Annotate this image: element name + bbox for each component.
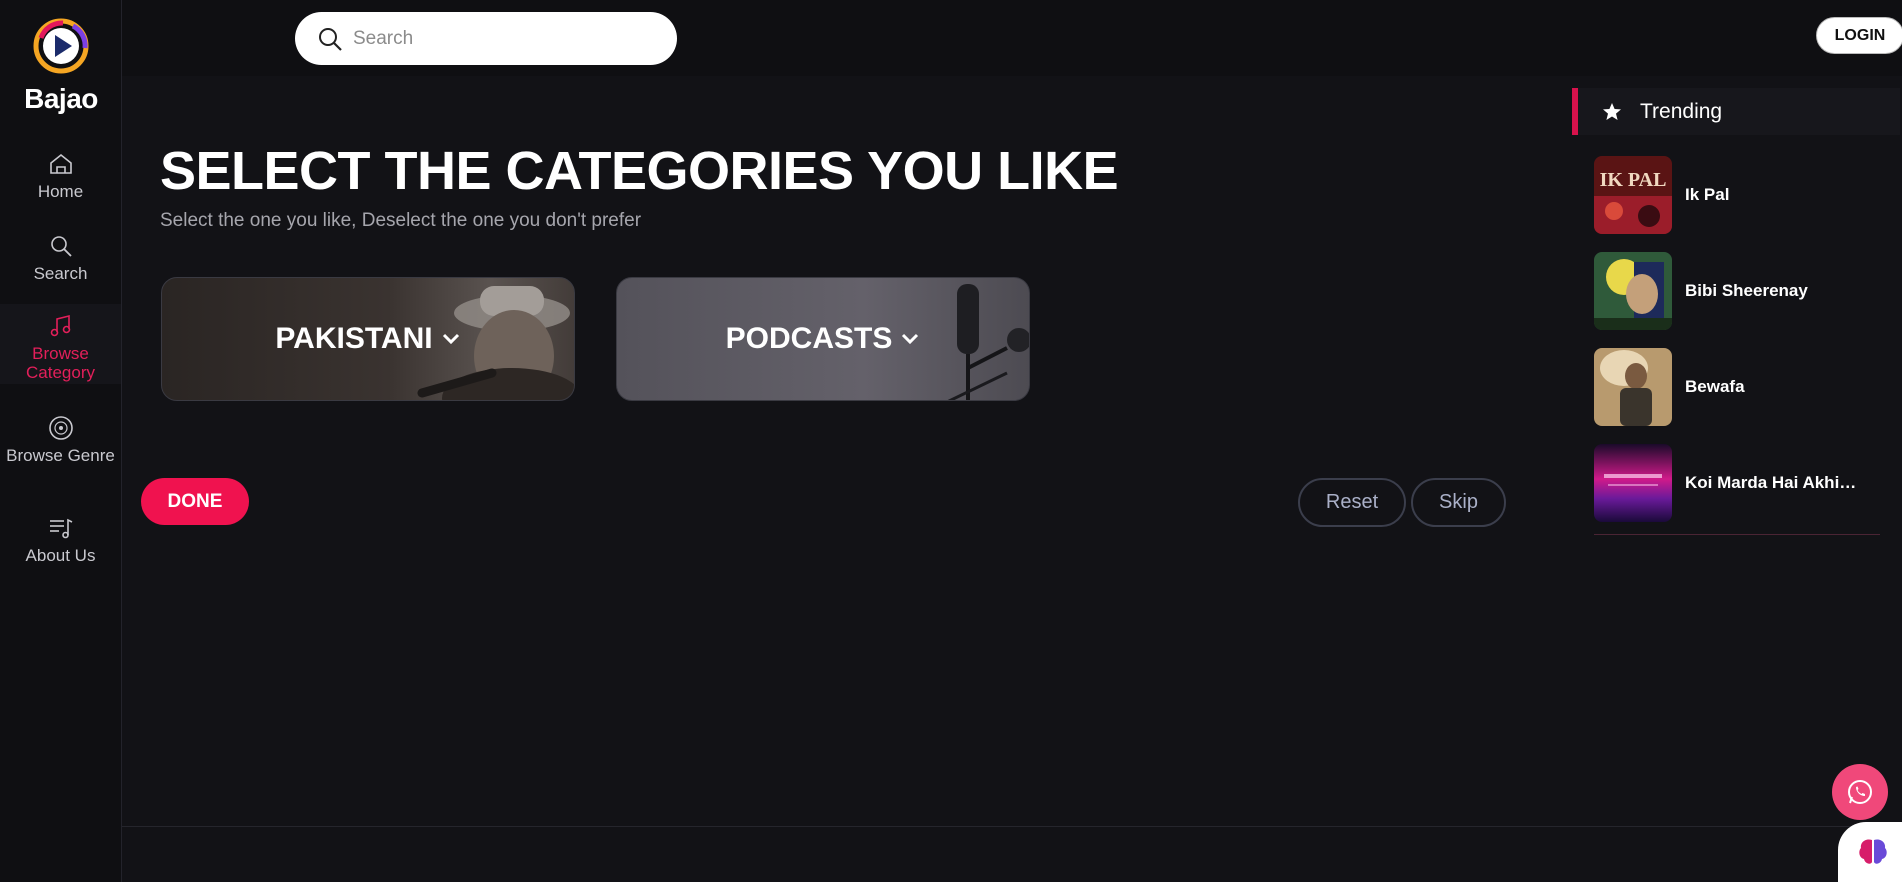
track-title: Bibi Sheerenay	[1685, 281, 1808, 300]
sidebar-item-label: Search	[33, 264, 88, 283]
trending-item[interactable]: Bibi Sheerenay	[1594, 252, 1884, 330]
whatsapp-icon	[1848, 780, 1872, 804]
category-label: PAKISTANI	[275, 322, 460, 356]
app-root: Bajao Home Search Browse Category Browse…	[0, 0, 1902, 882]
sidebar-item-label: Home	[37, 182, 84, 201]
whatsapp-button[interactable]	[1832, 764, 1888, 820]
category-label: PODCASTS	[726, 322, 921, 356]
sidebar-item-home[interactable]: Home	[0, 150, 121, 201]
track-thumbnail: IK PAL	[1594, 156, 1672, 234]
home-icon	[49, 153, 72, 174]
sidebar-item-label: Browse Genre	[6, 446, 115, 465]
track-title: Ik Pal	[1685, 185, 1730, 204]
reset-button[interactable]: Reset	[1298, 478, 1406, 527]
track-thumbnail	[1594, 252, 1672, 330]
page-subtitle: Select the one you like, Deselect the on…	[160, 210, 642, 231]
vinyl-icon	[48, 416, 73, 440]
trending-item[interactable]: IK PAL Ik Pal	[1594, 156, 1884, 234]
track-thumbnail	[1594, 444, 1672, 522]
sidebar-item-browse-category[interactable]: Browse Category	[0, 304, 121, 384]
bajao-logo[interactable]: Bajao	[18, 18, 104, 114]
sidebar-item-label: Browse Category	[26, 344, 95, 382]
skip-button[interactable]: Skip	[1411, 478, 1506, 527]
sidebar: Bajao Home Search Browse Category Browse…	[0, 0, 122, 882]
assistant-button[interactable]	[1838, 822, 1902, 882]
category-name: PODCASTS	[725, 322, 893, 355]
star-icon	[1603, 102, 1621, 120]
sidebar-item-label: About Us	[25, 546, 96, 565]
done-button[interactable]: DONE	[141, 478, 249, 525]
category-name: PAKISTANI	[275, 322, 433, 355]
music-note-icon	[50, 314, 70, 337]
sidebar-item-about-us[interactable]: About Us	[0, 514, 121, 565]
track-title: Bewafa	[1685, 377, 1745, 396]
category-card-podcasts[interactable]: PODCASTS	[616, 277, 1030, 401]
chevron-down-icon[interactable]	[441, 332, 461, 346]
search-icon	[50, 236, 72, 257]
footer-divider	[122, 826, 1902, 827]
login-button[interactable]: LOGIN	[1816, 17, 1902, 54]
chevron-down-icon[interactable]	[900, 332, 920, 346]
svg-text:IK PAL: IK PAL	[1600, 169, 1667, 191]
logo-play-icon	[33, 18, 89, 74]
logo-text: Bajao	[24, 83, 98, 114]
playlist-icon	[49, 518, 72, 539]
brain-icon	[1859, 839, 1887, 864]
category-card-pakistani[interactable]: PAKISTANI	[161, 277, 575, 401]
trending-item[interactable]: Bewafa	[1594, 348, 1884, 426]
track-thumbnail	[1594, 348, 1672, 426]
page-title: SELECT THE CATEGORIES YOU LIKE	[160, 141, 1119, 201]
top-bar: LOGIN	[122, 0, 1902, 76]
trending-divider	[1594, 534, 1880, 535]
search-bar[interactable]	[295, 12, 677, 65]
trending-title: Trending	[1640, 99, 1723, 123]
track-title: Koi Marda Hai Akhian ...	[1685, 473, 1865, 492]
search-icon	[319, 27, 342, 51]
sidebar-item-browse-genre[interactable]: Browse Genre	[0, 414, 121, 465]
trending-header: Trending	[1572, 88, 1900, 135]
trending-item[interactable]: Koi Marda Hai Akhian ...	[1594, 444, 1884, 522]
search-input[interactable]	[353, 27, 653, 50]
sidebar-item-search[interactable]: Search	[0, 232, 121, 283]
